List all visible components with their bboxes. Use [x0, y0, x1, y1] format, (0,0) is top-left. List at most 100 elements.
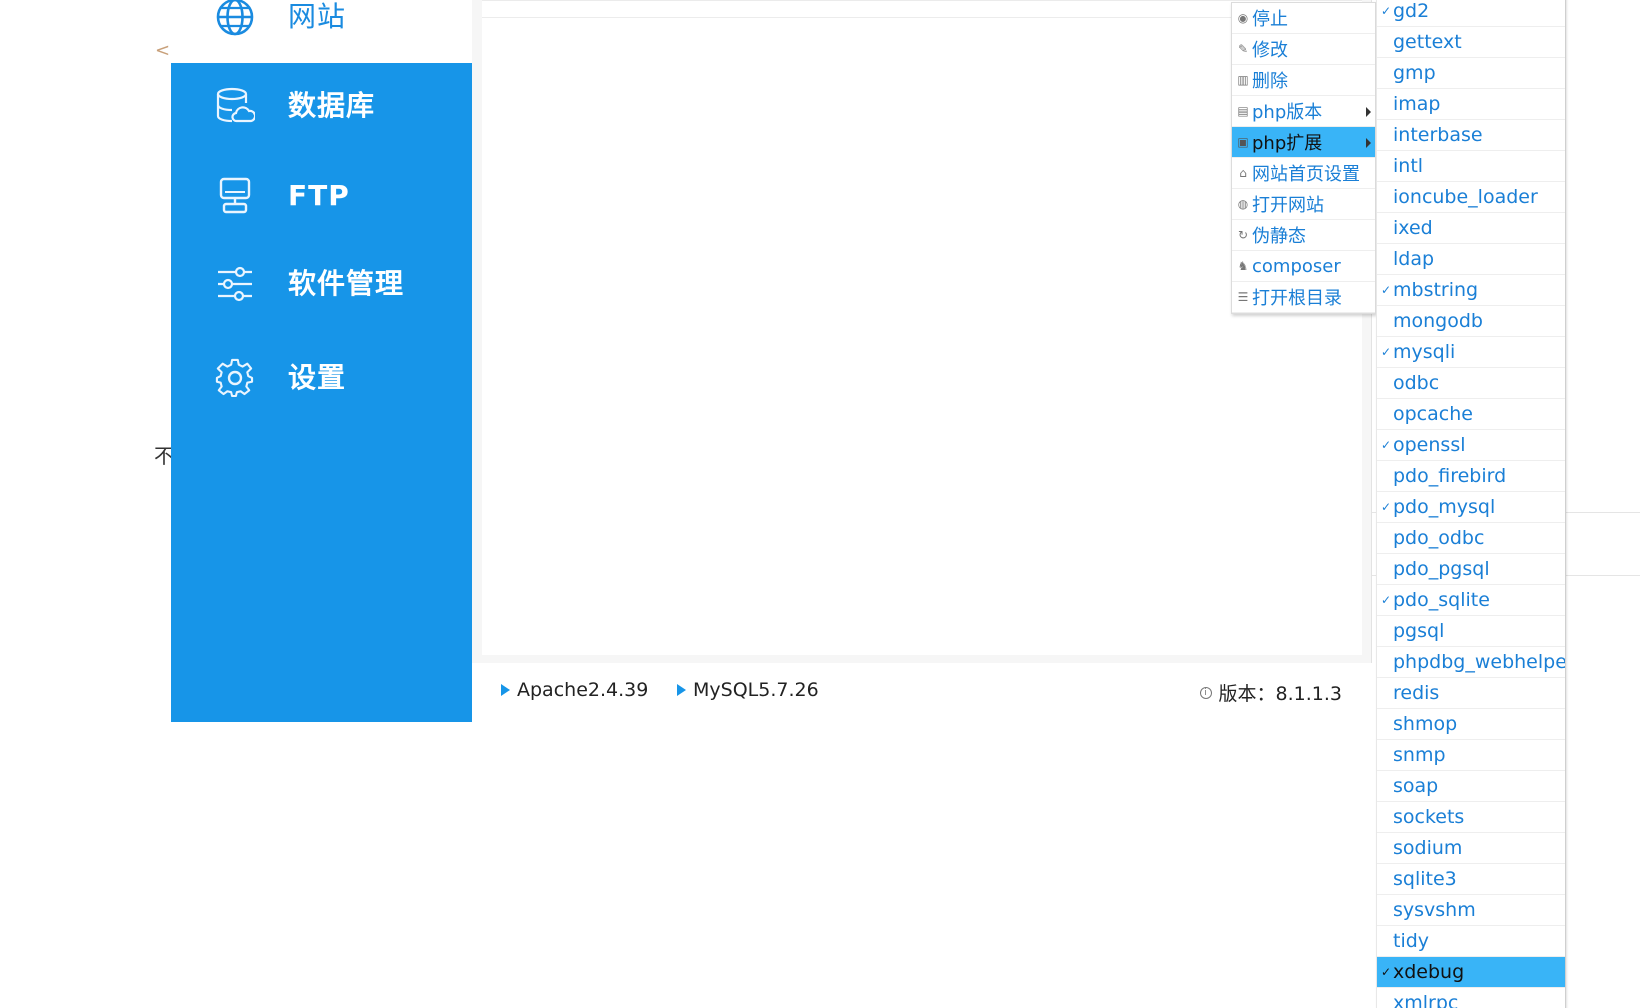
ftp-server-icon [219, 177, 251, 214]
menu-item-php-version[interactable]: ▤ php版本 [1232, 96, 1375, 127]
divider [482, 17, 1362, 18]
extension-item[interactable]: xmlrpc [1377, 988, 1565, 1008]
extension-item[interactable]: ✓ gd2 [1377, 0, 1565, 27]
extension-item[interactable]: ✓ xdebug [1377, 957, 1565, 988]
menu-item-label: composer [1252, 255, 1341, 277]
play-icon [677, 684, 686, 696]
pencil-icon: ✎ [1237, 42, 1249, 56]
extension-label: pgsql [1393, 620, 1445, 642]
extension-icon: ▣ [1237, 135, 1249, 149]
sidebar-item-ftp[interactable]: FTP [171, 161, 472, 231]
extension-item[interactable]: pdo_odbc [1377, 523, 1565, 554]
menu-item-open-website[interactable]: ◍ 打开网站 [1232, 189, 1375, 220]
extension-label: sockets [1393, 806, 1465, 828]
sidebar-item-label: 网站 [288, 0, 347, 33]
extension-label: soap [1393, 775, 1439, 797]
extension-item[interactable]: sqlite3 [1377, 864, 1565, 895]
extension-label: openssl [1393, 434, 1466, 456]
sidebar-item-label: FTP [288, 179, 350, 212]
extension-item[interactable]: opcache [1377, 399, 1565, 430]
extension-item[interactable]: snmp [1377, 740, 1565, 771]
refresh-icon: ↻ [1237, 228, 1249, 242]
extension-label: mbstring [1393, 279, 1479, 301]
extension-item[interactable]: phpdbg_webhelper [1377, 647, 1565, 678]
play-icon [501, 684, 510, 696]
globe-icon [216, 0, 254, 36]
extension-item[interactable]: ✓ pdo_mysql [1377, 492, 1565, 523]
extension-label: sodium [1393, 837, 1463, 859]
sidebar-item-label: 数据库 [288, 89, 376, 122]
trash-icon: ▥ [1237, 73, 1249, 87]
menu-item-homepage-settings[interactable]: ⌂ 网站首页设置 [1232, 158, 1375, 189]
extension-item[interactable]: ✓ openssl [1377, 430, 1565, 461]
menu-item-edit[interactable]: ✎ 修改 [1232, 34, 1375, 65]
collapse-arrow[interactable]: < [155, 40, 170, 61]
menu-item-label: 网站首页设置 [1252, 164, 1360, 185]
extension-item[interactable]: mongodb [1377, 306, 1565, 337]
extension-item[interactable]: shmop [1377, 709, 1565, 740]
extension-item[interactable]: tidy [1377, 926, 1565, 957]
extension-label: ioncube_loader [1393, 186, 1538, 208]
extension-item[interactable]: ldap [1377, 244, 1565, 275]
php-extensions-submenu: ✓ gd2 gettext gmp imap interbase intl ioncube_l… [1376, 0, 1566, 1008]
extension-item[interactable]: sysvshm [1377, 895, 1565, 926]
sidebar-item-database[interactable]: 数据库 [171, 71, 472, 141]
extension-item[interactable]: soap [1377, 771, 1565, 802]
extension-item[interactable]: odbc [1377, 368, 1565, 399]
gear-icon [215, 358, 254, 398]
composer-icon: ♞ [1237, 259, 1249, 273]
extension-item[interactable]: pgsql [1377, 616, 1565, 647]
document-icon: ▤ [1237, 104, 1249, 118]
extension-label: pdo_mysql [1393, 496, 1496, 518]
stop-icon: ◉ [1237, 11, 1249, 25]
extension-label: pdo_firebird [1393, 465, 1507, 487]
extension-item[interactable]: interbase [1377, 120, 1565, 151]
extension-label: sqlite3 [1393, 868, 1457, 890]
menu-item-label: 打开根目录 [1252, 288, 1342, 309]
sidebar-item-website[interactable]: 网站 [171, 0, 472, 52]
menu-item-composer[interactable]: ♞ composer [1232, 251, 1375, 282]
extension-item[interactable]: ixed [1377, 213, 1565, 244]
sidebar-item-settings[interactable]: 设置 [171, 343, 472, 413]
apache-service[interactable]: Apache2.4.39 [501, 679, 648, 701]
menu-item-stop[interactable]: ◉ 停止 [1232, 3, 1375, 34]
context-menu: ◉ 停止 ✎ 修改 ▥ 删除 ▤ php版本 ▣ php扩展 ⌂ 网站首页设置 … [1231, 2, 1376, 314]
extension-item[interactable]: ✓ mysqli [1377, 337, 1565, 368]
submenu-arrow-icon [1366, 138, 1371, 148]
checkmark-icon: ✓ [1381, 438, 1392, 452]
extension-item[interactable]: sockets [1377, 802, 1565, 833]
extension-label: redis [1393, 682, 1440, 704]
site-list-area [482, 0, 1362, 655]
extension-item[interactable]: gettext [1377, 27, 1565, 58]
sidebar-item-software[interactable]: 软件管理 [171, 249, 472, 319]
extension-label: sysvshm [1393, 899, 1476, 921]
extension-item[interactable]: intl [1377, 151, 1565, 182]
info-icon: i [1199, 686, 1212, 699]
extension-label: tidy [1393, 930, 1430, 952]
version-label: 版本：8.1.1.3 [1218, 683, 1342, 705]
menu-item-php-extensions[interactable]: ▣ php扩展 [1232, 127, 1375, 158]
extension-item[interactable]: ✓ mbstring [1377, 275, 1565, 306]
menu-item-label: 删除 [1252, 71, 1288, 92]
extension-label: imap [1393, 93, 1441, 115]
extension-item[interactable]: ioncube_loader [1377, 182, 1565, 213]
extension-label: ldap [1393, 248, 1435, 270]
menu-item-rewrite[interactable]: ↻ 伪静态 [1232, 220, 1375, 251]
menu-item-open-root[interactable]: ☰ 打开根目录 [1232, 282, 1375, 313]
extension-item[interactable]: ✓ pdo_sqlite [1377, 585, 1565, 616]
extension-label: gettext [1393, 31, 1462, 53]
extension-label: shmop [1393, 713, 1458, 735]
sliders-icon [218, 266, 252, 302]
extension-item[interactable]: redis [1377, 678, 1565, 709]
checkmark-icon: ✓ [1381, 4, 1392, 18]
extension-item[interactable]: pdo_pgsql [1377, 554, 1565, 585]
extension-item[interactable]: sodium [1377, 833, 1565, 864]
list-icon: ☰ [1237, 290, 1249, 304]
extension-item[interactable]: imap [1377, 89, 1565, 120]
mysql-service[interactable]: MySQL5.7.26 [677, 679, 819, 701]
extension-item[interactable]: pdo_firebird [1377, 461, 1565, 492]
sidebar-item-label: 设置 [288, 361, 347, 394]
menu-item-delete[interactable]: ▥ 删除 [1232, 65, 1375, 96]
extension-label: pdo_odbc [1393, 527, 1485, 549]
extension-item[interactable]: gmp [1377, 58, 1565, 89]
